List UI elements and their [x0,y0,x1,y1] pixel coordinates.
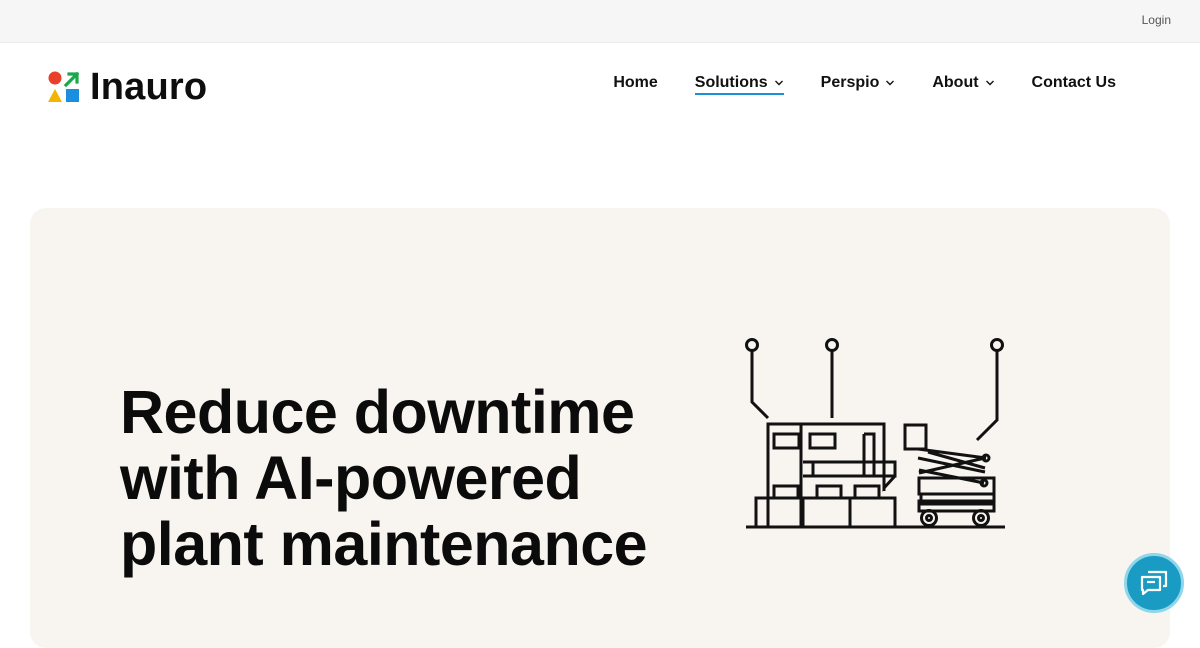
chevron-down-icon [985,80,994,86]
nav-item-perspio[interactable]: Perspio [821,74,896,95]
nav-item-contact-us[interactable]: Contact Us [1032,74,1116,95]
nav-item-solutions[interactable]: Solutions [694,74,784,95]
hero-headline: Reduce downtime with AI-powered plant ma… [120,379,720,577]
hero-section: Reduce downtime with AI-powered plant ma… [30,208,1170,648]
logo-mark-icon [48,71,80,102]
headline-line: plant maintenance [120,510,648,578]
nav-item-label: Solutions [694,74,768,91]
headline-line: with AI-powered [120,444,582,512]
login-link[interactable]: Login [1142,13,1171,27]
chat-button[interactable] [1124,553,1184,613]
top-utility-bar: Login [0,0,1200,43]
main-nav: Home Solutions Perspio About Contact Us [576,74,1116,95]
logo-text: Inauro [90,65,208,108]
headline-line: Reduce downtime [120,378,635,446]
nav-item-label: Contact Us [1031,74,1116,91]
chat-bubbles-icon [1140,570,1168,596]
logo[interactable]: Inauro [47,65,208,108]
nav-item-home[interactable]: Home [613,74,657,95]
nav-item-label: Home [613,74,658,91]
nav-item-label: About [932,74,979,91]
site-header: Inauro Home Solutions Perspio About Cont… [0,43,1200,129]
nav-item-about[interactable]: About [932,74,994,95]
industrial-plant-sensors-illustration [745,338,1005,529]
nav-item-label: Perspio [820,74,880,91]
chevron-down-icon [774,80,783,86]
chevron-down-icon [886,80,895,86]
